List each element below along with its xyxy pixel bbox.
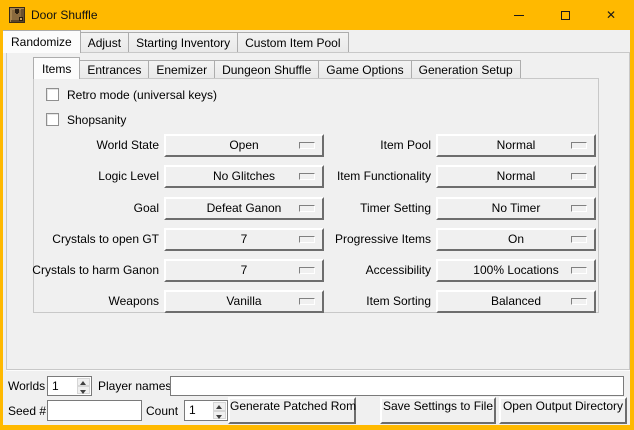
retro-mode-checkbox[interactable]	[46, 88, 59, 101]
item-functionality-dropdown[interactable]: Normal	[436, 165, 596, 188]
option-row: Goal Defeat Ganon Timer Setting No Timer	[34, 197, 598, 220]
tab-custom-item-pool[interactable]: Custom Item Pool	[237, 32, 348, 52]
crystals-harm-ganon-label: Crystals to harm Ganon	[10, 259, 159, 282]
goal-label: Goal	[10, 197, 159, 220]
seed-label: Seed #	[8, 401, 46, 422]
open-output-directory-button[interactable]: Open Output Directory	[499, 397, 627, 424]
option-row: Weapons Vanilla Item Sorting Balanced	[34, 290, 598, 313]
crystals-open-gt-label: Crystals to open GT	[10, 228, 159, 251]
world-state-label: World State	[10, 134, 159, 157]
maximize-icon	[561, 11, 570, 20]
window-title: Door Shuffle	[31, 0, 98, 30]
tab-generation-setup[interactable]: Generation Setup	[411, 60, 521, 78]
tab-starting-inventory[interactable]: Starting Inventory	[128, 32, 238, 52]
tab-entrances[interactable]: Entrances	[79, 60, 149, 78]
spin-down-arrow-icon[interactable]	[77, 386, 90, 394]
window-border-left	[0, 30, 3, 430]
dropdown-indicator-icon	[571, 173, 587, 180]
option-row: Crystals to open GT 7 Progressive Items …	[34, 228, 598, 251]
close-button[interactable]	[588, 0, 634, 30]
item-pool-dropdown[interactable]: Normal	[436, 134, 596, 157]
seed-input[interactable]	[47, 400, 142, 421]
tab-game-options[interactable]: Game Options	[318, 60, 411, 78]
tab-adjust[interactable]: Adjust	[80, 32, 129, 52]
logic-level-label: Logic Level	[10, 165, 159, 188]
tab-enemizer[interactable]: Enemizer	[148, 60, 215, 78]
maximize-button[interactable]	[542, 0, 588, 30]
generate-patched-rom-button[interactable]: Generate Patched Rom	[228, 397, 356, 424]
main-tab-bar: Randomize Adjust Starting Inventory Cust…	[2, 30, 349, 53]
shopsanity-checkbox[interactable]	[46, 113, 59, 126]
item-functionality-label: Item Functionality	[292, 165, 431, 188]
door-app-icon	[9, 7, 25, 23]
shopsanity-checkbutton[interactable]: Shopsanity	[46, 112, 126, 127]
retro-mode-label: Retro mode (universal keys)	[67, 88, 217, 102]
retro-mode-checkbutton[interactable]: Retro mode (universal keys)	[46, 87, 217, 102]
count-spinner[interactable]: 1	[184, 400, 228, 421]
save-settings-button[interactable]: Save Settings to File	[380, 397, 496, 424]
window-border-bottom	[0, 425, 634, 430]
spin-down-arrow-icon[interactable]	[213, 411, 226, 420]
dropdown-indicator-icon	[571, 205, 587, 212]
player-names-input[interactable]	[170, 376, 624, 396]
tab-dungeon-shuffle[interactable]: Dungeon Shuffle	[214, 60, 319, 78]
progressive-items-dropdown[interactable]: On	[436, 228, 596, 251]
dropdown-indicator-icon	[571, 267, 587, 274]
item-pool-label: Item Pool	[292, 134, 431, 157]
minimize-icon	[514, 15, 524, 16]
spin-up-arrow-icon[interactable]	[213, 402, 226, 411]
tab-randomize[interactable]: Randomize	[2, 30, 81, 53]
items-tab-pane: Retro mode (universal keys) Shopsanity W…	[33, 78, 599, 313]
count-label: Count	[146, 401, 178, 422]
progressive-items-label: Progressive Items	[292, 228, 431, 251]
window-border-right	[630, 30, 634, 430]
worlds-spinner[interactable]: 1	[47, 376, 92, 396]
item-sorting-dropdown[interactable]: Balanced	[436, 290, 596, 313]
dropdown-indicator-icon	[571, 142, 587, 149]
player-names-label: Player names	[98, 376, 171, 396]
accessibility-dropdown[interactable]: 100% Locations	[436, 259, 596, 282]
option-row: World State Open Item Pool Normal	[34, 134, 598, 157]
option-row: Logic Level No Glitches Item Functionali…	[34, 165, 598, 188]
weapons-label: Weapons	[10, 290, 159, 313]
sub-tab-bar: Items Entrances Enemizer Dungeon Shuffle…	[33, 57, 521, 79]
option-row: Crystals to harm Ganon 7 Accessibility 1…	[34, 259, 598, 282]
shopsanity-label: Shopsanity	[67, 113, 126, 127]
item-sorting-label: Item Sorting	[292, 290, 431, 313]
accessibility-label: Accessibility	[292, 259, 431, 282]
timer-setting-label: Timer Setting	[292, 197, 431, 220]
timer-setting-dropdown[interactable]: No Timer	[436, 197, 596, 220]
worlds-label: Worlds	[8, 376, 45, 396]
close-icon	[606, 8, 616, 22]
minimize-button[interactable]	[496, 0, 542, 30]
dropdown-indicator-icon	[571, 298, 587, 305]
dropdown-indicator-icon	[571, 236, 587, 243]
tab-items[interactable]: Items	[33, 57, 80, 79]
titlebar: Door Shuffle	[0, 0, 634, 30]
spin-up-arrow-icon[interactable]	[77, 378, 90, 386]
